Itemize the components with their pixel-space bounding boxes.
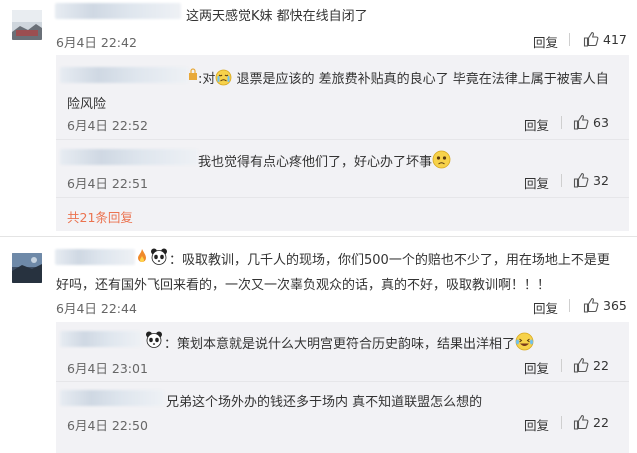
divider — [561, 116, 562, 129]
divider — [561, 174, 562, 187]
avatar[interactable] — [12, 253, 42, 283]
like-button[interactable]: 22 — [573, 414, 609, 430]
reply-button[interactable]: 回复 — [533, 32, 558, 51]
thumbs-up-icon — [573, 357, 589, 373]
lock-icon — [188, 68, 198, 80]
thumbs-up-icon — [583, 297, 599, 313]
reply-text: 我也觉得有点心疼他们了，好心办了坏事 — [198, 150, 451, 173]
panda-icon — [145, 331, 163, 348]
reply-separator — [56, 197, 629, 198]
comment-date: 6月4日 22:42 — [56, 35, 137, 50]
reply-date: 6月4日 22:51 — [67, 176, 148, 191]
reply-text: :对 退票是应该的 差旅费补贴真的良心了 毕竟在法律上属于被害人自 — [198, 68, 609, 90]
comment-text: 这两天感觉K妹 都快在线自闭了 — [186, 9, 368, 24]
like-button[interactable]: 32 — [573, 172, 609, 188]
more-replies-link[interactable]: 共21条回复 — [67, 207, 133, 226]
avatar[interactable] — [12, 10, 42, 40]
comment-date: 6月4日 22:44 — [56, 301, 137, 316]
reply-separator — [56, 139, 629, 140]
reply-body: ：策划本意就是说什么大明宫更符合历史韵味，结果出洋相了 — [164, 337, 516, 352]
reply-separator — [56, 381, 629, 382]
like-count: 22 — [593, 357, 609, 373]
reply-body: 我也觉得有点心疼他们了，好心办了坏事 — [198, 155, 433, 170]
reply-body: 退票是应该的 差旅费补贴真的良心了 毕竟在法律上属于被害人自 — [236, 72, 609, 87]
username-blurred[interactable] — [60, 149, 198, 165]
like-count: 32 — [593, 172, 609, 188]
reply-button[interactable]: 回复 — [524, 415, 549, 434]
comment-text-line2: 好吗，还有国外飞回来看的，一次又一次辜负观众的话，真的不好，吸取教训啊！！！ — [56, 278, 551, 293]
like-count: 63 — [593, 114, 609, 130]
panda-icon — [150, 248, 168, 265]
username-blurred[interactable] — [60, 331, 142, 347]
reply-text-line2: 险风险 — [67, 97, 107, 112]
like-button[interactable]: 63 — [573, 114, 609, 130]
like-button[interactable]: 417 — [583, 31, 627, 47]
sad-face-icon — [432, 150, 451, 173]
reply-text: ：策划本意就是说什么大明宫更符合历史韵味，结果出洋相了 — [164, 332, 534, 355]
thumbs-up-icon — [573, 414, 589, 430]
reply-text: 兄弟这个场外办的钱还多于场内 真不知道联盟怎么想的 — [166, 395, 483, 410]
username-blurred[interactable] — [60, 390, 164, 406]
divider — [569, 33, 570, 46]
username-blurred[interactable] — [60, 67, 188, 83]
comment-text: ：吸取教训，几千人的现场，你们500一个的赔也不少了，用在场地上不是更 — [169, 253, 610, 268]
fire-icon — [137, 248, 147, 264]
reply-button[interactable]: 回复 — [524, 115, 549, 134]
thumbs-up-icon — [573, 172, 589, 188]
laughing-tears-icon — [515, 332, 534, 355]
thumbs-up-icon — [573, 114, 589, 130]
thumbs-up-icon — [583, 31, 599, 47]
divider — [561, 416, 562, 429]
reply-button[interactable]: 回复 — [524, 358, 549, 377]
like-button[interactable]: 22 — [573, 357, 609, 373]
divider — [569, 299, 570, 312]
crying-face-icon — [215, 69, 232, 90]
reply-date: 6月4日 22:52 — [67, 118, 148, 133]
like-button[interactable]: 365 — [583, 297, 627, 313]
reply-date: 6月4日 22:50 — [67, 418, 148, 433]
reply-button[interactable]: 回复 — [524, 173, 549, 192]
username-blurred[interactable] — [55, 249, 135, 265]
like-count: 365 — [603, 297, 627, 313]
reply-prefix: :对 — [198, 72, 216, 87]
like-count: 22 — [593, 414, 609, 430]
divider — [561, 359, 562, 372]
username-blurred[interactable] — [55, 3, 181, 19]
reply-button[interactable]: 回复 — [533, 298, 558, 317]
comment-divider — [0, 236, 637, 237]
like-count: 417 — [603, 31, 627, 47]
reply-date: 6月4日 23:01 — [67, 361, 148, 376]
